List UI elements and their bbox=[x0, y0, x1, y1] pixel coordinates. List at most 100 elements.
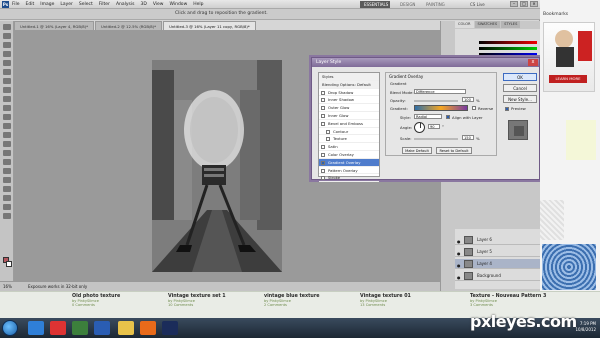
app-icon[interactable] bbox=[50, 321, 66, 335]
style-checkbox[interactable] bbox=[321, 90, 325, 95]
tool-icon[interactable] bbox=[2, 24, 11, 30]
red-slider[interactable] bbox=[479, 41, 537, 44]
style-item[interactable]: Pattern Overlay bbox=[319, 167, 379, 175]
texture-comments[interactable]: 2 Comments bbox=[264, 303, 319, 307]
texture-comments[interactable]: 13 Comments bbox=[360, 303, 411, 307]
folder-icon[interactable] bbox=[118, 321, 134, 335]
style-item[interactable]: Contour bbox=[319, 128, 379, 136]
style-checkbox[interactable] bbox=[326, 137, 330, 142]
style-item[interactable]: Inner Shadow bbox=[319, 96, 379, 105]
tool-icon[interactable] bbox=[2, 42, 11, 48]
tool-icon[interactable] bbox=[2, 69, 11, 75]
texture-thumb[interactable] bbox=[542, 244, 596, 290]
tab-color[interactable]: COLOR bbox=[455, 21, 474, 28]
tool-icon[interactable] bbox=[2, 33, 11, 39]
menu-item-layer[interactable]: Layer bbox=[60, 1, 73, 8]
style-item[interactable]: Texture bbox=[319, 135, 379, 144]
layer-row[interactable]: ● Background bbox=[455, 271, 540, 281]
tab-swatches[interactable]: SWATCHES bbox=[474, 21, 501, 28]
style-checkbox[interactable] bbox=[321, 145, 325, 150]
zoom-level[interactable]: 16% bbox=[3, 282, 12, 291]
blue-slider[interactable] bbox=[479, 53, 537, 56]
style-checkbox[interactable] bbox=[326, 129, 330, 134]
style-item[interactable]: Inner Glow bbox=[319, 112, 379, 120]
document-image[interactable] bbox=[152, 60, 282, 272]
layer-row[interactable]: ● Layer 4 bbox=[455, 259, 540, 269]
eye-icon[interactable]: ● bbox=[457, 273, 462, 280]
workspace-painting[interactable]: PAINTING bbox=[422, 1, 445, 8]
gradient-picker[interactable] bbox=[414, 105, 468, 111]
style-item[interactable]: Blending Options: Default bbox=[319, 80, 379, 89]
tool-icon[interactable] bbox=[2, 141, 11, 147]
texture-thumb[interactable] bbox=[540, 200, 564, 240]
start-button-icon[interactable] bbox=[2, 320, 18, 336]
style-checkbox[interactable] bbox=[321, 113, 325, 118]
tool-icon[interactable] bbox=[2, 87, 11, 93]
tool-icon[interactable] bbox=[2, 132, 11, 138]
system-clock[interactable]: 7:19 PM 10/8/2012 bbox=[575, 321, 596, 333]
align-with-layer-checkbox[interactable] bbox=[446, 115, 450, 119]
style-item[interactable]: Outer Glow bbox=[319, 104, 379, 112]
style-item[interactable]: Satin bbox=[319, 143, 379, 151]
style-checkbox[interactable] bbox=[321, 106, 325, 111]
workspace-essentials[interactable]: ESSENTIALS bbox=[360, 1, 390, 8]
close-icon[interactable]: x bbox=[528, 59, 538, 66]
eye-icon[interactable]: ● bbox=[457, 237, 462, 244]
ie-icon[interactable] bbox=[28, 321, 44, 335]
texture-comments[interactable]: 10 Comments bbox=[168, 303, 226, 307]
style-item[interactable]: Color Overlay bbox=[319, 151, 379, 159]
document-tab[interactable]: Untitled-3 @ 16% (Layer 11 copy, RGB/8)* bbox=[163, 21, 256, 30]
maximize-icon[interactable]: □ bbox=[520, 1, 528, 7]
style-item[interactable]: Gradient Overlay bbox=[319, 158, 379, 167]
tool-icon[interactable] bbox=[2, 96, 11, 102]
document-tab[interactable]: Untitled-2 @ 12.5% (RGB/8)* bbox=[95, 21, 163, 30]
tool-icon[interactable] bbox=[2, 78, 11, 84]
preview-checkbox[interactable] bbox=[505, 107, 509, 111]
blend-mode-select[interactable]: Difference bbox=[414, 89, 466, 94]
app-icon[interactable] bbox=[72, 321, 88, 335]
menu-item-file[interactable]: File bbox=[12, 1, 20, 8]
app-icon[interactable] bbox=[94, 321, 110, 335]
tool-icon[interactable] bbox=[2, 204, 11, 210]
texture-list-item[interactable]: Old photo texture by PinkySlimce 0 Comment… bbox=[72, 294, 120, 307]
texture-list-item[interactable]: Texture - Nouveau Pattern 3 by PinkySlimc… bbox=[470, 294, 546, 307]
make-default-button[interactable]: Make Default bbox=[402, 147, 432, 154]
style-checkbox[interactable] bbox=[321, 121, 325, 126]
cs-live-button[interactable]: CS Live bbox=[470, 1, 485, 8]
tool-icon[interactable] bbox=[2, 168, 11, 174]
menu-item-window[interactable]: Window bbox=[170, 1, 188, 8]
style-item[interactable]: Stroke bbox=[319, 174, 379, 183]
texture-thumb[interactable] bbox=[566, 120, 596, 160]
learn-more-button[interactable]: LEARN MORE bbox=[549, 75, 587, 83]
angle-dial[interactable] bbox=[414, 122, 425, 133]
menu-item-select[interactable]: Select bbox=[79, 1, 93, 8]
tool-icon[interactable] bbox=[2, 105, 11, 111]
texture-comments[interactable]: 0 Comments bbox=[72, 303, 120, 307]
scale-slider[interactable] bbox=[414, 138, 458, 140]
layer-row[interactable]: ● Layer 5 bbox=[455, 247, 540, 257]
style-item[interactable]: Styles bbox=[319, 73, 379, 81]
tool-icon[interactable] bbox=[2, 186, 11, 192]
new-style-button[interactable]: New Style... bbox=[503, 95, 537, 103]
scale-input[interactable]: 150 bbox=[462, 135, 474, 140]
style-item[interactable]: Drop Shadow bbox=[319, 89, 379, 97]
minimize-icon[interactable]: – bbox=[510, 1, 518, 7]
menu-item-image[interactable]: Image bbox=[40, 1, 54, 8]
tab-styles[interactable]: STYLES bbox=[501, 21, 521, 28]
style-item[interactable]: Bevel and Emboss bbox=[319, 120, 379, 128]
style-checkbox[interactable] bbox=[321, 176, 325, 181]
layer-row[interactable]: ● Layer 6 bbox=[455, 235, 540, 245]
style-checkbox[interactable] bbox=[321, 160, 325, 165]
style-select[interactable]: Radial bbox=[414, 114, 442, 119]
reverse-checkbox[interactable] bbox=[472, 106, 476, 110]
background-color-swatch[interactable] bbox=[6, 261, 12, 267]
texture-list-item[interactable]: Vintage texture set 1 by PinkySlimce 10 Co… bbox=[168, 294, 226, 307]
tool-icon[interactable] bbox=[2, 150, 11, 156]
menu-item-help[interactable]: Help bbox=[193, 1, 203, 8]
close-icon[interactable]: × bbox=[530, 1, 538, 7]
bookmarks-label[interactable]: Bookmarks bbox=[543, 12, 568, 17]
eye-icon[interactable]: ● bbox=[457, 261, 462, 268]
menu-item-analysis[interactable]: Analysis bbox=[116, 1, 135, 8]
eye-icon[interactable]: ● bbox=[457, 249, 462, 256]
style-checkbox[interactable] bbox=[321, 98, 325, 103]
